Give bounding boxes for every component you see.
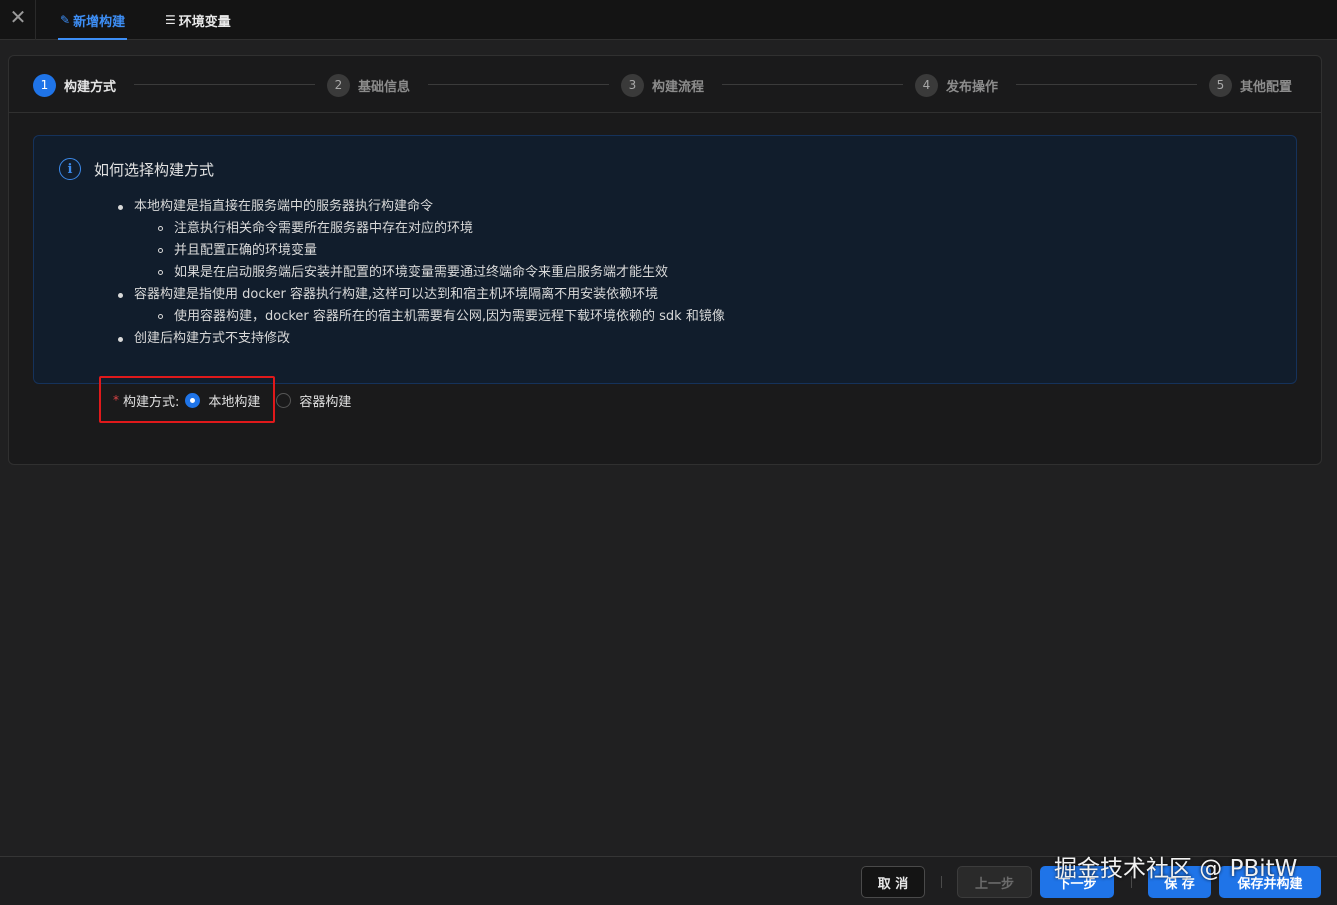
build-method-field: * 构建方式: 本地构建 容器构建 [113,388,367,412]
list-item: 创建后构建方式不支持修改 [114,328,725,350]
step-number: 5 [1209,73,1232,97]
radio-label: 容器构建 [299,394,352,410]
radio-checked-icon[interactable] [185,392,201,408]
radio-local-build[interactable]: 本地构建 [185,391,260,410]
divider [941,876,942,888]
list-item: 本地构建是指直接在服务端中的服务器执行构建命令 [114,196,725,218]
step-title: 基础信息 [358,79,411,95]
step-title: 发布操作 [946,79,999,95]
step-connector [1016,84,1197,85]
tab-env-vars-label: 环境变量 [178,14,231,30]
step-build-method[interactable]: 1 构建方式 [33,73,116,97]
step-build-flow[interactable]: 3 构建流程 [621,73,704,97]
radio-unchecked-icon[interactable] [276,392,292,408]
tab-new-build-label: 新增构建 [73,14,126,30]
step-connector [722,84,903,85]
list-item: 注意执行相关命令需要所在服务器中存在对应的环境 [114,218,725,240]
list-item: 容器构建是指使用 docker 容器执行构建,这样可以达到和宿主机环境隔离不用安… [114,284,725,306]
cancel-button[interactable]: 取 消 [861,866,925,898]
tab-env-vars[interactable]: ☰ 环境变量 [165,0,231,40]
prev-step-button[interactable]: 上一步 [957,866,1032,898]
step-basic-info[interactable]: 2 基础信息 [327,73,410,97]
info-icon: i [59,158,81,180]
build-method-label: 构建方式: [123,394,180,410]
list-icon: ☰ [165,13,176,27]
footer-actions: 取 消 上一步 下一步 保 存 保存并构建 [0,856,1337,905]
list-item: 使用容器构建，docker 容器所在的宿主机需要有公网,因为需要远程下载环境依赖… [114,306,725,328]
step-publish[interactable]: 4 发布操作 [915,73,998,97]
required-mark: * [113,393,119,407]
list-item: 并且配置正确的环境变量 [114,240,725,262]
save-and-build-button[interactable]: 保存并构建 [1219,866,1321,898]
info-alert: i 如何选择构建方式 本地构建是指直接在服务端中的服务器执行构建命令 注意执行相… [33,135,1297,384]
radio-container-build[interactable]: 容器构建 [276,391,351,410]
step-number: 3 [621,73,644,97]
steps-bar: 1 构建方式 2 基础信息 3 构建流程 4 发布操作 5 其他配置 [9,56,1321,113]
close-icon[interactable]: ✕ [0,0,36,40]
step-connector [134,84,315,85]
step-number: 4 [915,73,938,97]
step-number: 2 [327,73,350,97]
step-title: 构建流程 [652,79,705,95]
step-connector [428,84,609,85]
alert-title: 如何选择构建方式 [94,161,215,179]
tab-new-build[interactable]: ✎ 新增构建 [57,0,128,40]
step-other-config[interactable]: 5 其他配置 [1209,73,1292,97]
step-title: 构建方式 [64,79,117,95]
top-bar: ✕ ✎ 新增构建 ☰ 环境变量 [0,0,1337,40]
step-number: 1 [33,73,56,97]
list-item: 如果是在启动服务端后安装并配置的环境变量需要通过终端命令来重启服务端才能生效 [114,262,725,284]
save-button[interactable]: 保 存 [1148,866,1211,898]
next-step-button[interactable]: 下一步 [1040,866,1114,898]
alert-body: 本地构建是指直接在服务端中的服务器执行构建命令 注意执行相关命令需要所在服务器中… [114,196,725,350]
radio-label: 本地构建 [208,394,261,410]
step-title: 其他配置 [1240,79,1293,95]
build-form-panel: 1 构建方式 2 基础信息 3 构建流程 4 发布操作 5 其他配置 i 如何选… [8,55,1322,465]
divider [1131,876,1132,888]
edit-icon: ✎ [60,13,71,27]
